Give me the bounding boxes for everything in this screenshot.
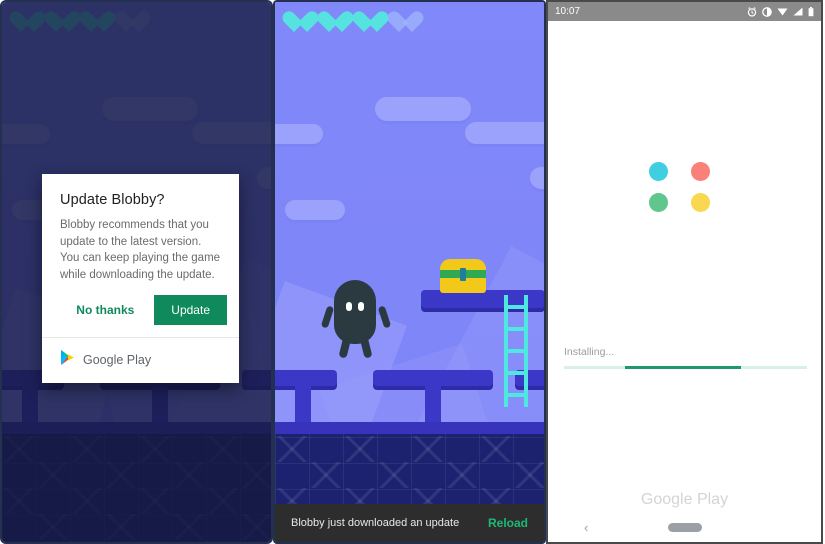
google-play-icon (60, 349, 75, 371)
progress-bar-fill (624, 366, 742, 369)
snackbar-message: Blobby just downloaded an update (291, 517, 460, 529)
dialog-title: Update Blobby? (60, 192, 165, 208)
cloud (465, 122, 544, 144)
health-hearts-middle (289, 12, 418, 34)
blob-eye-left (346, 302, 352, 311)
phone-panel-middle: Blobby just downloaded an update Reload (273, 0, 546, 544)
update-button[interactable]: Update (154, 295, 227, 325)
google-play-loading-dots (648, 162, 721, 212)
cloud (375, 97, 471, 121)
google-play-attribution: Google Play (42, 337, 239, 383)
play-splash: Installing... Google Play ‹ (548, 21, 821, 542)
reload-button[interactable]: Reload (488, 516, 528, 530)
dot-red (690, 162, 710, 181)
blob-leg-right (359, 335, 373, 359)
cloud (275, 124, 323, 144)
ladder (504, 295, 528, 407)
game-scene-middle: Blobby just downloaded an update Reload (275, 2, 544, 542)
status-bar: 10:07 (548, 2, 821, 21)
do-not-disturb-icon (762, 6, 772, 17)
dot-green (648, 193, 668, 212)
no-thanks-button[interactable]: No thanks (66, 296, 144, 324)
installing-label: Installing... (564, 346, 615, 358)
blob-arm-left (320, 305, 335, 329)
dialog-body: Blobby recommends that you update to the… (60, 219, 221, 281)
signal-icon (793, 7, 803, 16)
heart-full (289, 12, 313, 34)
home-pill-button[interactable] (667, 522, 702, 532)
blob-body (334, 280, 376, 344)
dialog-actions: No thanks Update (42, 285, 239, 337)
player-character-blob (320, 280, 392, 366)
cloud (285, 200, 345, 220)
google-play-label: Google Play (83, 353, 152, 367)
alarm-icon (747, 6, 757, 17)
dot-yellow (690, 193, 710, 212)
phone-panel-right: 10:07 Installing... Google Play ‹ (546, 0, 823, 544)
status-time: 10:07 (555, 6, 581, 17)
update-snackbar: Blobby just downloaded an update Reload (275, 504, 544, 542)
progress-bar (564, 366, 807, 369)
blob-arm-right (377, 305, 392, 329)
system-nav-bar: ‹ (548, 512, 821, 542)
platform (275, 370, 337, 386)
dot-cyan (648, 162, 668, 181)
install-progress-section: Installing... (564, 346, 807, 369)
ground-edge (275, 422, 544, 434)
phone-panel-left: Update Blobby? Blobby recommends that yo… (0, 0, 273, 544)
heart-full (359, 12, 383, 34)
google-play-wordmark: Google Play (640, 491, 729, 508)
screenshot-root: Update Blobby? Blobby recommends that yo… (0, 0, 825, 544)
blob-eye-right (358, 302, 364, 311)
treasure-chest (440, 259, 486, 293)
back-button-icon[interactable]: ‹ (584, 520, 588, 535)
wifi-icon (777, 8, 788, 16)
update-dialog: Update Blobby? Blobby recommends that yo… (42, 174, 239, 383)
chest-lock-icon (460, 268, 466, 281)
platform (373, 370, 493, 386)
heart-empty (394, 12, 418, 34)
heart-full (324, 12, 348, 34)
status-icon-group (747, 6, 814, 17)
battery-icon (808, 6, 814, 16)
